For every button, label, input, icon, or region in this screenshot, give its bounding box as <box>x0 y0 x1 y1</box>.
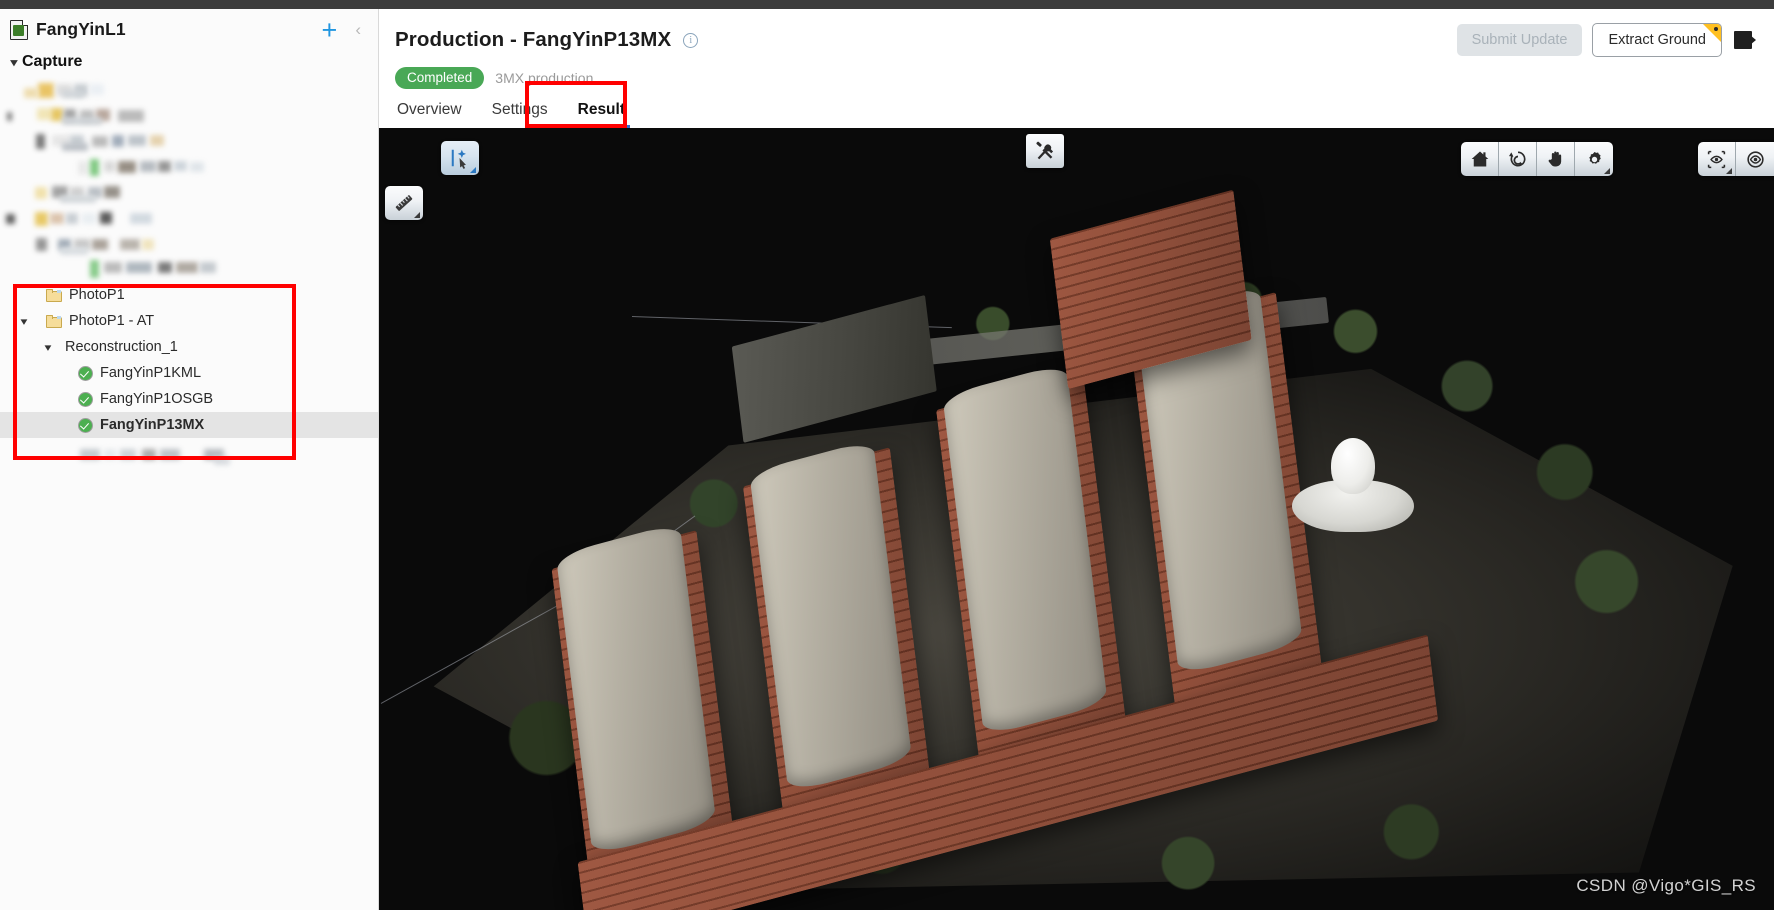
tree-item-fangyinp1kml[interactable]: FangYinP1KML <box>0 360 378 386</box>
tree-item-label: Reconstruction_1 <box>65 339 178 355</box>
status-check-icon <box>78 391 93 407</box>
eye-fit-view-icon[interactable] <box>1698 142 1736 176</box>
eye-visibility-icon[interactable] <box>1736 142 1774 176</box>
redacted-tree-row[interactable] <box>0 156 378 182</box>
submit-update-button[interactable]: Submit Update <box>1456 24 1583 56</box>
submenu-indicator-icon[interactable] <box>470 167 476 173</box>
folder-icon <box>46 288 62 302</box>
hammer-wrench-tools-icon[interactable] <box>1026 134 1064 168</box>
main-panel: Production - FangYinP13MX i Submit Updat… <box>379 9 1774 910</box>
project-document-icon <box>10 19 28 40</box>
sidebar-collapse-button[interactable]: ‹ <box>351 20 364 39</box>
measure-toolbar <box>385 186 423 220</box>
tree-item-reconstruction-1[interactable]: ▾ Reconstruction_1 <box>0 334 378 360</box>
header-status-row: Completed 3MX production <box>379 57 1774 89</box>
status-check-icon <box>78 365 93 381</box>
model-viewer[interactable]: CSDN @Vigo*GIS_RS <box>379 128 1774 910</box>
status-badge: Completed <box>395 67 485 89</box>
badge-dot-icon <box>1714 27 1718 31</box>
chevron-down-icon[interactable]: ▾ <box>14 315 34 328</box>
ruler-measure-icon[interactable] <box>385 186 423 220</box>
tree-item-label: FangYinP13MX <box>100 417 205 433</box>
redacted-tree-row[interactable] <box>0 444 378 470</box>
redacted-tree-row[interactable] <box>0 182 378 208</box>
pan-hand-icon[interactable] <box>1537 142 1575 176</box>
view-toolbar <box>1698 142 1774 176</box>
chevron-down-icon[interactable]: ▾ <box>4 56 24 69</box>
tab-overview[interactable]: Overview <box>395 101 464 128</box>
tab-result[interactable]: Result <box>572 101 631 128</box>
add-item-button[interactable]: + <box>316 16 344 43</box>
submenu-indicator-icon[interactable] <box>1726 168 1732 174</box>
new-feature-badge-icon <box>1703 24 1721 42</box>
home-view-icon[interactable] <box>1461 142 1499 176</box>
radome-sphere <box>1331 438 1375 494</box>
production-type-label: 3MX production <box>495 70 594 86</box>
tree-item-photop1[interactable]: ▾ PhotoP1 <box>0 282 378 308</box>
tree-item-photop1-at[interactable]: ▾ PhotoP1 - AT <box>0 308 378 334</box>
redacted-tree-row[interactable] <box>0 104 378 130</box>
redacted-tree-row[interactable] <box>0 260 378 282</box>
submenu-indicator-icon[interactable] <box>1604 168 1610 174</box>
chevron-down-icon[interactable]: ▾ <box>38 341 58 354</box>
extract-ground-label: Extract Ground <box>1608 32 1706 48</box>
project-title: FangYinL1 <box>36 19 126 39</box>
navigation-toolbar <box>1461 142 1613 176</box>
window-titlebar <box>0 0 1774 9</box>
selection-toolbar <box>441 141 479 175</box>
folder-icon <box>46 314 62 328</box>
app-body: FangYinL1 + ‹ ▾ Capture PhotoP1 ▾ PhotoP… <box>0 9 1774 910</box>
tree-root-label: Capture <box>22 53 83 70</box>
tab-bar: Overview Settings Result <box>379 81 1774 128</box>
extract-ground-button[interactable]: Extract Ground <box>1592 23 1722 57</box>
rotate-orbit-icon[interactable] <box>1499 142 1537 176</box>
tree-item-fangyinp13mx[interactable]: FangYinP13MX <box>0 412 378 438</box>
redacted-tree-row[interactable] <box>0 208 378 234</box>
tree-item-label: PhotoP1 - AT <box>69 313 155 329</box>
project-sidebar: FangYinL1 + ‹ ▾ Capture PhotoP1 ▾ PhotoP… <box>0 9 379 910</box>
magic-select-cursor-icon[interactable] <box>441 141 479 175</box>
project-tree: ▾ Capture PhotoP1 ▾ PhotoP1 - AT ▾ Recon… <box>0 48 378 470</box>
photogrammetry-mesh <box>379 128 1774 910</box>
main-header: Production - FangYinP13MX i Submit Updat… <box>379 9 1774 128</box>
submenu-indicator-icon[interactable] <box>414 212 420 218</box>
header-title-row: Production - FangYinP13MX i Submit Updat… <box>379 23 1774 57</box>
tools-toolbar <box>1026 134 1064 168</box>
redacted-tree-row[interactable] <box>0 78 378 104</box>
redacted-tree-row[interactable] <box>0 234 378 260</box>
tree-root-capture[interactable]: ▾ Capture <box>0 48 378 76</box>
tree-item-label: FangYinP1KML <box>100 365 202 381</box>
tab-settings[interactable]: Settings <box>490 101 550 128</box>
tree-item-fangyinp1osgb[interactable]: FangYinP1OSGB <box>0 386 378 412</box>
chevron-placeholder-icon: ▾ <box>28 289 48 302</box>
tree-item-label: PhotoP1 <box>69 287 125 303</box>
sidebar-header: FangYinL1 + ‹ <box>0 9 378 48</box>
tree-item-label: FangYinP1OSGB <box>100 391 214 407</box>
app-window: FangYinL1 + ‹ ▾ Capture PhotoP1 ▾ PhotoP… <box>0 0 1774 910</box>
redacted-tree-row[interactable] <box>0 130 378 156</box>
panel-collapse-icon[interactable] <box>1734 30 1756 50</box>
page-title: Production - FangYinP13MX <box>395 28 672 51</box>
settings-gear-icon[interactable] <box>1575 142 1613 176</box>
status-check-icon <box>78 417 93 433</box>
info-icon[interactable]: i <box>683 32 699 48</box>
